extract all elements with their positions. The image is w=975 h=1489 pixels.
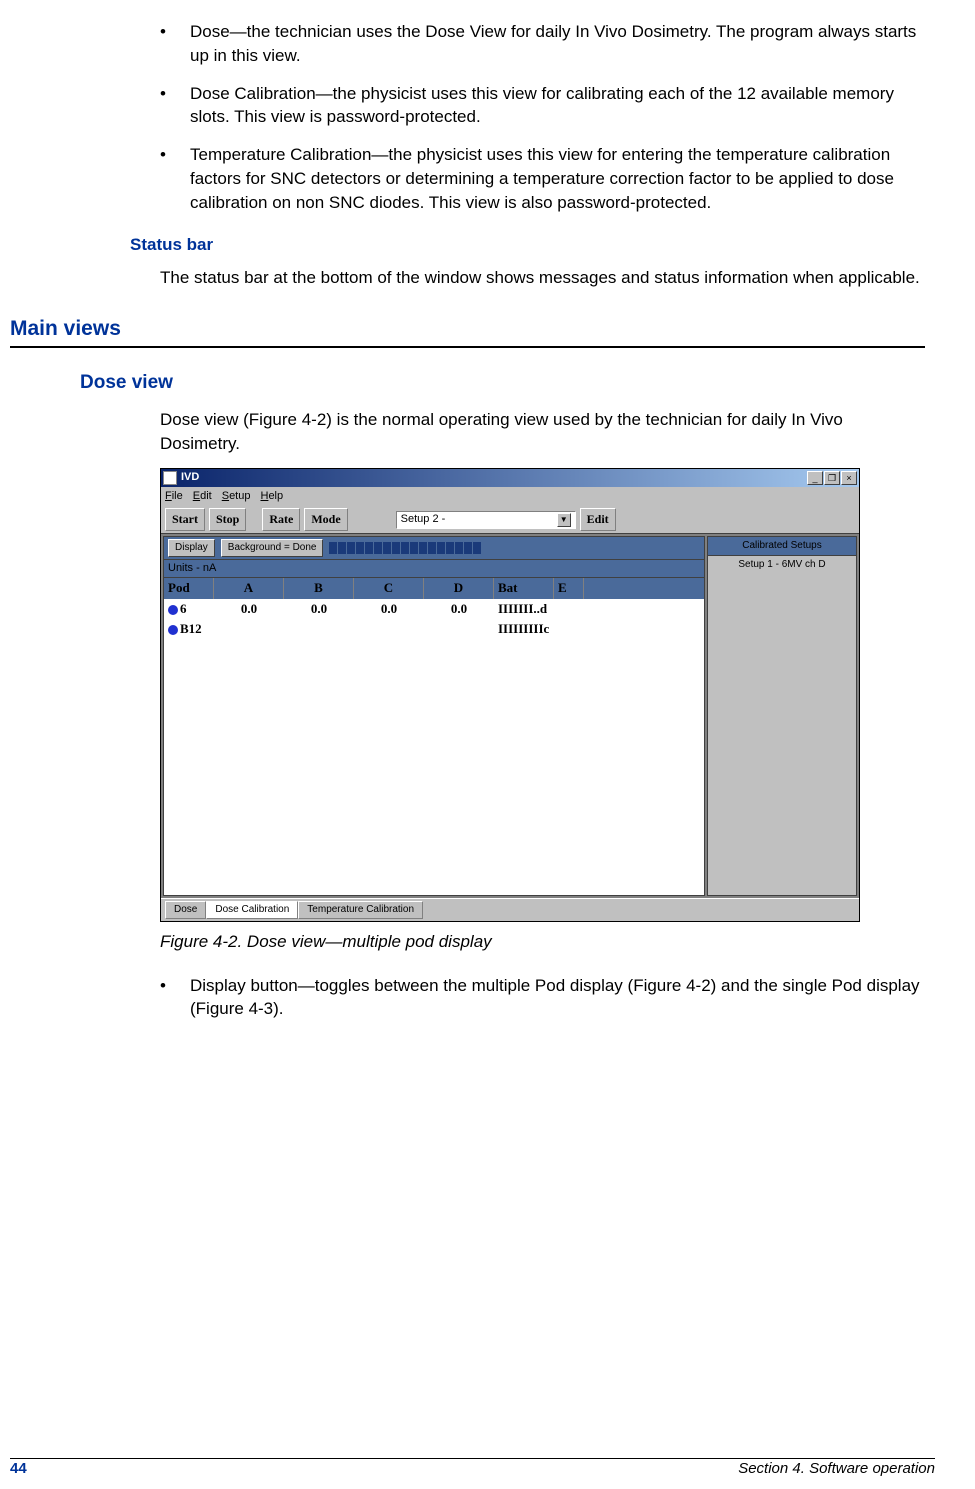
ivd-app-window: IVD _ ❐ × File Edit Setup Help Start Sto… <box>160 468 860 922</box>
col-bat: Bat <box>494 578 554 598</box>
chevron-down-icon: ▼ <box>557 513 571 527</box>
cell <box>424 619 494 639</box>
titlebar-text: IVD <box>181 470 807 485</box>
pod-id: 6 <box>180 601 187 616</box>
menu-help[interactable]: Help <box>260 489 283 504</box>
table-row: 6 0.0 0.0 0.0 0.0 IIIIIII..d <box>164 599 704 619</box>
col-c: C <box>354 578 424 598</box>
page-footer: 44 Section 4. Software operation <box>10 1458 935 1479</box>
edit-button[interactable]: Edit <box>580 508 616 531</box>
setup-select[interactable]: Setup 2 - ▼ <box>396 511 576 529</box>
col-d: D <box>424 578 494 598</box>
after-figure-bullets: Display button—toggles between the multi… <box>160 974 925 1022</box>
cell: 0.0 <box>354 599 424 619</box>
menu-setup[interactable]: Setup <box>222 489 251 504</box>
col-e: E <box>554 578 584 598</box>
status-bar-heading: Status bar <box>130 233 925 257</box>
top-bullet-list: Dose—the technician uses the Dose View f… <box>160 20 925 215</box>
start-button[interactable]: Start <box>165 508 205 531</box>
dose-view-body: Dose view (Figure 4-2) is the normal ope… <box>160 408 925 456</box>
view-tabs: Dose Dose Calibration Temperature Calibr… <box>161 898 859 921</box>
cell: 0.0 <box>284 599 354 619</box>
progress-bar <box>329 542 481 554</box>
heading-rule <box>10 346 925 348</box>
bullet-item: Dose Calibration—the physicist uses this… <box>160 82 925 130</box>
status-bar-body: The status bar at the bottom of the wind… <box>160 266 925 290</box>
minimize-button[interactable]: _ <box>807 471 823 485</box>
dose-view-heading: Dose view <box>80 370 925 397</box>
col-pod: Pod <box>164 578 214 598</box>
left-panel-header: Display Background = Done <box>163 536 705 560</box>
tab-temperature-calibration[interactable]: Temperature Calibration <box>298 901 423 919</box>
pod-grid: Pod A B C D Bat E 6 0.0 0.0 0.0 <box>163 578 705 895</box>
calibrated-setup-item[interactable]: Setup 1 - 6MV ch D <box>710 558 854 572</box>
toolbar: Start Stop Rate Mode Setup 2 - ▼ Edit <box>161 506 859 533</box>
table-row: B12 IIIIIIIIIc <box>164 619 704 639</box>
setup-select-value: Setup 2 - <box>401 512 446 527</box>
status-dot-icon <box>168 605 178 615</box>
bullet-item: Display button—toggles between the multi… <box>160 974 925 1022</box>
col-b: B <box>284 578 354 598</box>
cell <box>554 619 584 639</box>
col-a: A <box>214 578 284 598</box>
page-number: 44 <box>10 1458 27 1479</box>
close-button[interactable]: × <box>841 471 857 485</box>
cell <box>214 619 284 639</box>
cell <box>284 619 354 639</box>
bullet-item: Dose—the technician uses the Dose View f… <box>160 20 925 68</box>
cell <box>554 599 584 619</box>
bat-cell: IIIIIII..d <box>494 599 554 619</box>
cell <box>354 619 424 639</box>
calibrated-setups-list: Setup 1 - 6MV ch D <box>707 556 857 896</box>
tab-dose-calibration[interactable]: Dose Calibration <box>206 901 298 919</box>
tab-dose[interactable]: Dose <box>165 901 206 919</box>
section-label: Section 4. Software operation <box>738 1458 935 1479</box>
units-label: Units - nA <box>163 560 705 578</box>
menubar: File Edit Setup Help <box>161 487 859 506</box>
titlebar: IVD _ ❐ × <box>161 469 859 487</box>
display-toggle-button[interactable]: Display <box>168 539 215 557</box>
status-dot-icon <box>168 625 178 635</box>
menu-file[interactable]: File <box>165 489 183 504</box>
rate-button[interactable]: Rate <box>262 508 300 531</box>
pod-id: B12 <box>180 621 202 636</box>
bat-cell: IIIIIIIIIc <box>494 619 554 639</box>
stop-button[interactable]: Stop <box>209 508 246 531</box>
cell: 0.0 <box>214 599 284 619</box>
mode-button[interactable]: Mode <box>304 508 347 531</box>
grid-header: Pod A B C D Bat E <box>164 578 704 598</box>
figure-4-2: IVD _ ❐ × File Edit Setup Help Start Sto… <box>160 468 925 922</box>
figure-caption: Figure 4-2. Dose view—multiple pod displ… <box>160 930 925 954</box>
calibrated-setups-header: Calibrated Setups <box>707 536 857 556</box>
cell: 0.0 <box>424 599 494 619</box>
menu-edit[interactable]: Edit <box>193 489 212 504</box>
bullet-item: Temperature Calibration—the physicist us… <box>160 143 925 214</box>
main-views-heading: Main views <box>10 314 925 343</box>
app-icon <box>163 471 177 485</box>
maximize-button[interactable]: ❐ <box>824 471 840 485</box>
background-status: Background = Done <box>221 539 324 557</box>
